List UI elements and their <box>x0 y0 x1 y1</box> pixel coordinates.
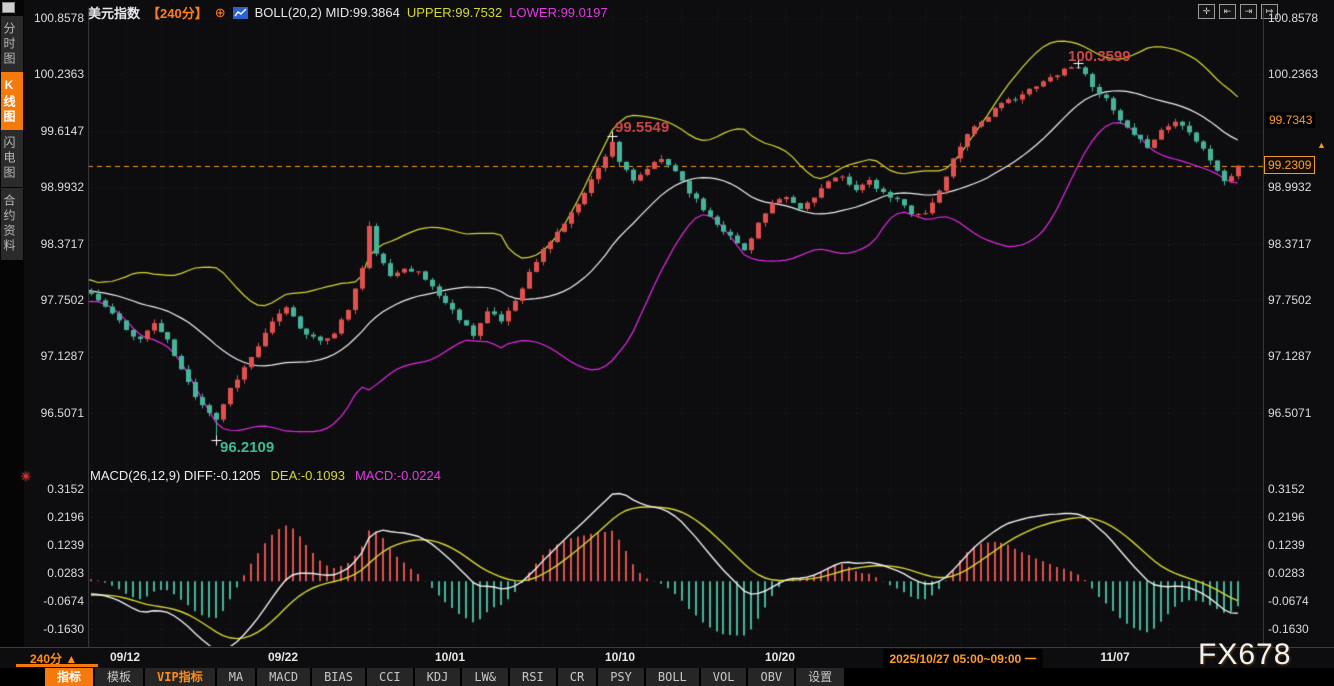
price-tick: 98.9932 <box>24 179 84 195</box>
macd-tick: -0.0674 <box>24 593 84 609</box>
price-tick: 98.3717 <box>24 236 84 252</box>
toolbar-item-template[interactable]: 模板 <box>95 668 143 686</box>
price-tick: 100.2363 <box>1268 66 1332 82</box>
toolbar-item-cr[interactable]: CR <box>558 668 596 686</box>
fx678-watermark: FX678 <box>1198 638 1291 672</box>
macd-tick: 0.0283 <box>1268 565 1332 581</box>
selected-datetime-label: 2025/10/27 05:00~09:00 一 <box>883 649 1042 668</box>
chart-canvas[interactable] <box>88 8 1264 648</box>
price-tick: 99.6147 <box>24 123 84 139</box>
left-sidebar: 分时图 K线图 闪电图 合约资料 <box>0 0 24 686</box>
macd-tick: 0.1239 <box>24 537 84 553</box>
toolbar-item-macd[interactable]: MACD <box>257 668 310 686</box>
price-tick: 98.9932 <box>1268 179 1332 195</box>
toolbar-item-bias[interactable]: BIAS <box>312 668 365 686</box>
sidebar-item-contract-info[interactable]: 合约资料 <box>1 188 23 260</box>
toolbar-item-settings[interactable]: 设置 <box>796 668 844 686</box>
macd-header: MACD(26,12,9) DIFF:-0.1205 DEA:-0.1093 M… <box>90 468 441 483</box>
price-tick: 100.8578 <box>1268 10 1332 26</box>
toolbar-item-cci[interactable]: CCI <box>367 668 413 686</box>
macd-readout: MACD(26,12,9) DIFF:-0.1205 <box>90 468 261 483</box>
price-tick: 100.2363 <box>24 66 84 82</box>
macd-value-readout: MACD:-0.0224 <box>355 468 441 483</box>
macd-tick: 0.0283 <box>24 565 84 581</box>
toolbar-item-vip[interactable]: VIP指标 <box>145 668 215 686</box>
macd-tick: -0.1630 <box>1268 621 1332 637</box>
date-tick: 09/22 <box>268 650 298 664</box>
low-annotation: 96.2109 <box>220 439 274 456</box>
macd-tick: 0.1239 <box>1268 537 1332 553</box>
toolbar-item-psy[interactable]: PSY <box>598 668 644 686</box>
price-tick: 97.7502 <box>1268 292 1332 308</box>
sidebar-item-tick-chart[interactable]: 闪电图 <box>1 130 23 187</box>
high-annotation: 99.5549 <box>615 119 669 136</box>
macd-tick: 0.3152 <box>1268 481 1332 497</box>
charting-app: 分时图 K线图 闪电图 合约资料 美元指数 【240分】 ⊕ BOLL(20,2… <box>0 0 1334 686</box>
date-tick: 11/07 <box>1100 650 1129 664</box>
band-value-label: 99.7343 <box>1266 112 1315 128</box>
date-tick: 10/10 <box>605 650 635 664</box>
toolbar-item-obv[interactable]: OBV <box>748 668 794 686</box>
price-tick: 97.1287 <box>24 348 84 364</box>
macd-tick: 0.2196 <box>1268 509 1332 525</box>
price-tick: 96.5071 <box>24 405 84 421</box>
high-annotation: 100.3599 <box>1068 48 1131 65</box>
period-underline <box>16 664 98 667</box>
macd-tick: 0.2196 <box>24 509 84 525</box>
price-tick: 97.7502 <box>24 292 84 308</box>
sidebar-item-candlestick-chart[interactable]: K线图 <box>1 72 23 131</box>
date-tick: 10/01 <box>435 650 465 664</box>
corner-toggle[interactable] <box>2 2 15 13</box>
price-tick: 98.3717 <box>1268 236 1332 252</box>
macd-tick: 0.3152 <box>24 481 84 497</box>
toolbar-item-kdj[interactable]: KDJ <box>415 668 461 686</box>
indicator-toolbar: 指标 模板 VIP指标 MA MACD BIAS CCI KDJ LW& RSI… <box>0 668 1334 686</box>
toolbar-item-ma[interactable]: MA <box>217 668 255 686</box>
price-up-arrow-icon: ▲ <box>1317 142 1326 149</box>
price-tick: 97.1287 <box>1268 348 1332 364</box>
date-tick: 09/12 <box>110 650 140 664</box>
price-tick: 96.5071 <box>1268 405 1332 421</box>
dea-readout: DEA:-0.1093 <box>271 468 345 483</box>
last-price-label: 99.2309 <box>1264 156 1315 174</box>
toolbar-item-vol[interactable]: VOL <box>701 668 747 686</box>
x-axis-strip <box>0 647 1334 668</box>
price-tick: 100.8578 <box>24 10 84 26</box>
toolbar-item-rsi[interactable]: RSI <box>510 668 556 686</box>
toolbar-item-indicator[interactable]: 指标 <box>45 668 93 686</box>
toolbar-item-boll[interactable]: BOLL <box>646 668 699 686</box>
macd-tick: -0.0674 <box>1268 593 1332 609</box>
sidebar-item-timeline-chart[interactable]: 分时图 <box>1 16 23 73</box>
toolbar-item-lw[interactable]: LW& <box>462 668 508 686</box>
macd-tick: -0.1630 <box>24 621 84 637</box>
date-tick: 10/20 <box>765 650 795 664</box>
